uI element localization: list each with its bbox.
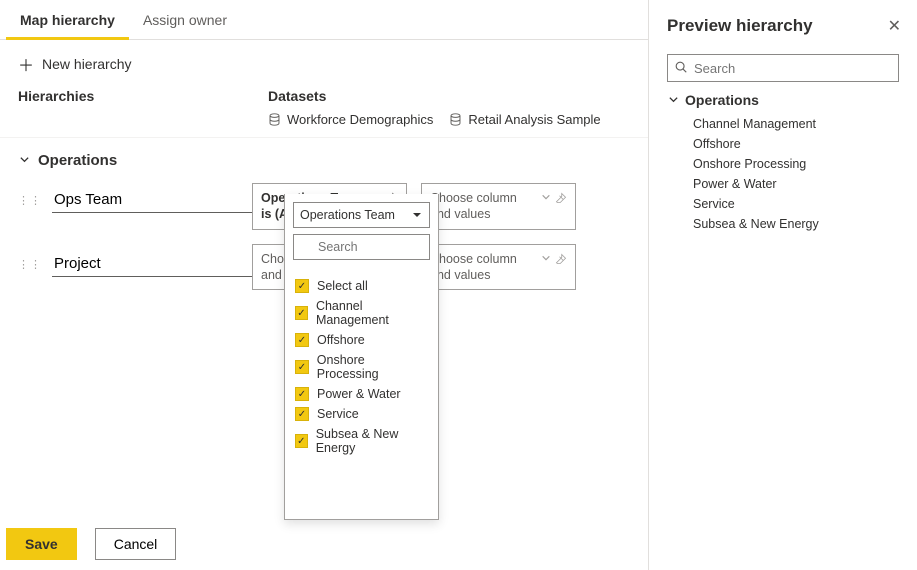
close-button[interactable]: ✕ <box>888 16 901 36</box>
level-name-input[interactable] <box>52 187 255 213</box>
drag-handle-icon[interactable]: ⋮⋮ <box>18 258 42 271</box>
filter-option[interactable]: ✓Subsea & New Energy <box>293 424 430 458</box>
column-placeholder-label: Choose column and values <box>430 251 541 284</box>
search-icon <box>674 60 688 74</box>
column-select[interactable]: Operations Team <box>293 202 430 228</box>
close-icon: ✕ <box>888 18 901 35</box>
operations-expander[interactable]: Operations <box>18 152 630 169</box>
level-name-input[interactable] <box>52 251 255 277</box>
preview-tree-item[interactable]: Subsea & New Energy <box>667 214 899 234</box>
filter-search-input[interactable] <box>293 234 430 260</box>
chevron-down-icon[interactable] <box>541 192 551 206</box>
tab-map-hierarchy[interactable]: Map hierarchy <box>6 0 129 40</box>
preview-root-label: Operations <box>685 92 759 108</box>
plus-icon: ＋ <box>18 52 34 76</box>
tab-assign-owner[interactable]: Assign owner <box>129 0 241 40</box>
eraser-icon[interactable] <box>555 192 567 204</box>
cancel-button[interactable]: Cancel <box>95 528 177 560</box>
chevron-down-icon <box>667 92 679 108</box>
filter-option-select-all[interactable]: ✓Select all <box>293 276 430 296</box>
checkbox-checked-icon: ✓ <box>295 333 309 347</box>
hierarchies-header: Hierarchies <box>18 88 268 104</box>
chevron-down-icon <box>18 152 30 169</box>
dataset-workforce[interactable]: Workforce Demographics <box>268 112 433 127</box>
preview-tree-item[interactable]: Channel Management <box>667 114 899 134</box>
checkbox-checked-icon: ✓ <box>295 387 309 401</box>
dataset-label: Retail Analysis Sample <box>468 112 600 127</box>
filter-option[interactable]: ✓Onshore Processing <box>293 350 430 384</box>
preview-title: Preview hierarchy <box>667 16 899 36</box>
column-select-value: Operations Team <box>300 208 395 222</box>
checkbox-checked-icon: ✓ <box>295 360 309 374</box>
checkbox-checked-icon: ✓ <box>295 306 308 320</box>
preview-tree-item[interactable]: Service <box>667 194 899 214</box>
filter-option[interactable]: ✓Channel Management <box>293 296 430 330</box>
dataset-label: Workforce Demographics <box>287 112 433 127</box>
column-placeholder-label: Choose column and values <box>430 190 541 223</box>
datasets-header: Datasets <box>268 88 630 104</box>
dataset-retail[interactable]: Retail Analysis Sample <box>449 112 600 127</box>
new-hierarchy-label: New hierarchy <box>42 56 131 72</box>
new-hierarchy-button[interactable]: ＋ New hierarchy <box>18 52 132 76</box>
chevron-down-icon[interactable] <box>541 253 551 267</box>
operations-title: Operations <box>38 152 117 169</box>
filter-option[interactable]: ✓Service <box>293 404 430 424</box>
preview-tree-item[interactable]: Onshore Processing <box>667 154 899 174</box>
checkbox-checked-icon: ✓ <box>295 434 308 448</box>
database-icon <box>268 113 281 126</box>
column-placeholder-box[interactable]: Choose column and values <box>421 183 576 230</box>
column-filter-dropdown: Operations Team ✓Select all ✓Channel Man… <box>284 194 439 520</box>
column-placeholder-box[interactable]: Choose column and values <box>421 244 576 291</box>
checkbox-checked-icon: ✓ <box>295 279 309 293</box>
preview-search-input[interactable] <box>667 54 899 82</box>
checkbox-checked-icon: ✓ <box>295 407 309 421</box>
eraser-icon[interactable] <box>555 253 567 265</box>
save-button[interactable]: Save <box>6 528 77 560</box>
filter-option[interactable]: ✓Offshore <box>293 330 430 350</box>
preview-tree-item[interactable]: Offshore <box>667 134 899 154</box>
preview-root-node[interactable]: Operations <box>667 92 899 108</box>
filter-option[interactable]: ✓Power & Water <box>293 384 430 404</box>
preview-tree-item[interactable]: Power & Water <box>667 174 899 194</box>
drag-handle-icon[interactable]: ⋮⋮ <box>18 194 42 207</box>
database-icon <box>449 113 462 126</box>
